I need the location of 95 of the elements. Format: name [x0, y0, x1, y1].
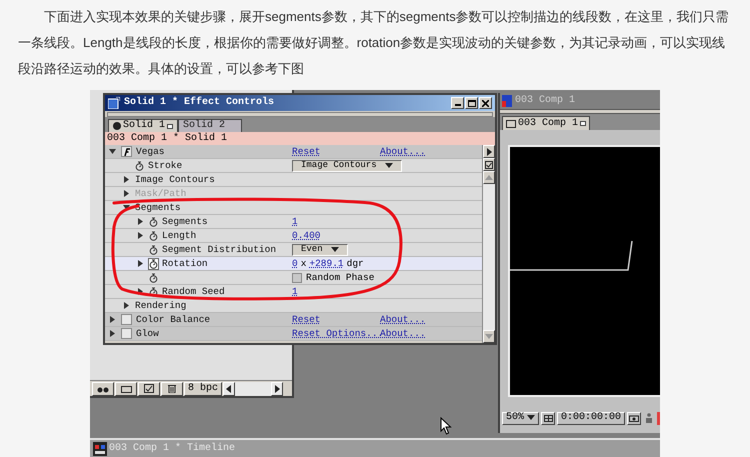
property-label: Image Contours [135, 174, 215, 184]
property-row[interactable]: Random Phase [105, 271, 482, 285]
property-value[interactable]: 0.400 [292, 230, 321, 240]
panel-tab[interactable]: Solid 1 [108, 119, 178, 132]
fx-switch-icon[interactable] [121, 146, 132, 157]
binoculars-icon[interactable] [92, 382, 114, 396]
timecode-field[interactable]: 0:00:00:00 [557, 412, 626, 424]
stopwatch-icon[interactable] [149, 230, 158, 240]
stopwatch-icon[interactable] [149, 272, 158, 282]
stopwatch-icon[interactable] [149, 216, 158, 226]
window-title: 003 Comp 1 [515, 96, 576, 106]
property-label: Segments [135, 202, 181, 212]
effect-link[interactable]: Reset [292, 314, 380, 324]
property-label: Stroke [148, 160, 182, 170]
property-row[interactable]: Stroke Image Contours [105, 159, 482, 173]
triangle-down-icon[interactable] [123, 204, 130, 211]
close-icon[interactable] [479, 97, 492, 109]
fx-switch[interactable] [121, 314, 132, 325]
dropdown-arrow-icon [384, 162, 393, 170]
folder-icon[interactable] [115, 382, 137, 396]
effect-link[interactable]: About... [380, 314, 468, 324]
panel-menu-icon [485, 148, 493, 156]
stopwatch-icon[interactable] [135, 160, 144, 170]
property-row[interactable]: Rendering [105, 299, 482, 313]
property-row[interactable]: Segment Distribution Even [105, 243, 482, 257]
triangle-right-icon[interactable] [137, 218, 144, 225]
maximize-icon[interactable] [465, 97, 478, 109]
stopwatch-icon[interactable] [149, 286, 158, 296]
effect-row[interactable]: Vegas Reset About... [105, 145, 482, 159]
timeline-icon [93, 442, 107, 456]
mouse-cursor-icon [440, 417, 452, 435]
property-label: Segment Distribution [162, 244, 276, 254]
property-value[interactable]: 1 [292, 216, 298, 226]
fx-switch[interactable] [121, 328, 132, 339]
property-label: Random Seed [162, 286, 225, 296]
triangle-right-icon[interactable] [137, 288, 144, 295]
triangle-down-icon[interactable] [109, 148, 116, 155]
trash-icon[interactable] [161, 382, 183, 396]
dropdown[interactable]: Even [292, 244, 348, 256]
window-title: Solid 1 * Effect Controls [124, 98, 274, 108]
property-label: Color Balance [136, 314, 210, 324]
property-row[interactable]: Length 0.400 [105, 229, 482, 243]
composition-tab[interactable]: 003 Comp 1 [502, 116, 590, 130]
property-row[interactable]: Image Contours [105, 173, 482, 187]
bit-depth-field[interactable]: 8 bpc [184, 382, 222, 396]
scroll-right-icon [273, 384, 282, 392]
unit-label: dgr [346, 258, 364, 268]
property-label: Rotation [162, 258, 208, 268]
revolutions-value[interactable]: 0 [292, 258, 298, 268]
property-row[interactable]: Rotation 0 x +289.1 dgr [105, 257, 482, 271]
effect-link[interactable]: Reset [292, 146, 380, 156]
dropdown-arrow-icon [330, 246, 339, 254]
triangle-right-icon[interactable] [109, 316, 116, 323]
horizontal-scrollbar[interactable] [223, 382, 284, 396]
zoom-dropdown[interactable]: 50% [502, 412, 540, 424]
effect-link[interactable]: Reset Options... [292, 328, 380, 338]
scroll-left-icon [225, 384, 234, 392]
property-label: Segments [162, 216, 208, 226]
triangle-right-icon[interactable] [137, 260, 144, 267]
timeline-title: 003 Comp 1 * Timeline [109, 444, 236, 454]
layer-path-bar: 003 Comp 1 * Solid 1 [105, 132, 495, 145]
property-row[interactable]: Segments 1 [105, 215, 482, 229]
property-label: Mask/Path [135, 188, 186, 198]
checkbox-icon [485, 160, 493, 168]
scroll-up-icon [485, 174, 493, 182]
stopwatch-icon[interactable] [149, 258, 158, 268]
camera-icon[interactable] [627, 412, 642, 424]
dropdown-arrow-icon [527, 414, 536, 422]
triangle-right-icon[interactable] [123, 176, 130, 183]
triangle-right-icon[interactable] [123, 302, 130, 309]
scroll-down-icon [485, 332, 493, 340]
triangle-right-icon[interactable] [137, 232, 144, 239]
effect-link[interactable]: About... [380, 146, 468, 156]
property-label: Length [162, 230, 196, 240]
property-row[interactable]: Segments [105, 201, 482, 215]
minimize-icon[interactable] [451, 97, 464, 109]
times-sign: x [300, 258, 306, 268]
vertical-scrollbar[interactable] [482, 145, 495, 343]
effect-row[interactable]: Glow Reset Options...About... [105, 327, 482, 341]
effect-row[interactable]: Color Balance Reset About... [105, 313, 482, 327]
triangle-right-icon[interactable] [109, 330, 116, 337]
window-icon [108, 97, 120, 109]
property-label: Rendering [135, 300, 186, 310]
property-label: Vegas [136, 146, 165, 156]
dropdown[interactable]: Image Contours [292, 160, 402, 172]
checkbox-label: Random Phase [306, 272, 374, 282]
article-paragraph: 下面进入实现本效果的关键步骤，展开segments参数，其下的segments参数可以控制描边的线段数，在这里，我们只需一条线段。Length是线段的长度，根据你的需要做好调整。rotation参数是实现波动的关键参数，为其记录动画，可以实现线段沿路径运动的效果。具体的设置，可以参考下图 [17, 8, 730, 78]
checkbox[interactable] [292, 272, 302, 282]
property-value[interactable]: 1 [292, 286, 298, 296]
safe-zones-icon[interactable] [541, 412, 556, 424]
effect-link[interactable]: About... [380, 328, 468, 338]
panel-tab[interactable]: Solid 2 [178, 119, 242, 132]
property-label: Glow [136, 328, 159, 338]
degrees-value[interactable]: +289.1 [309, 258, 344, 268]
stopwatch-icon[interactable] [149, 244, 158, 254]
